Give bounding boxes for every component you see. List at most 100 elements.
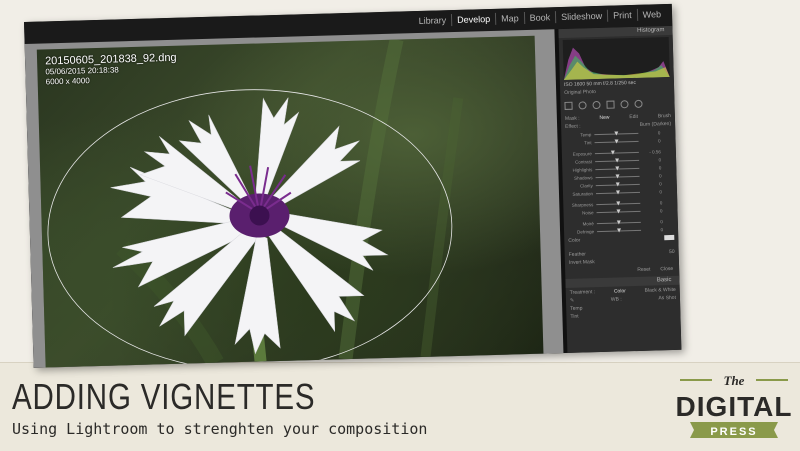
slider-label: Exposure [572,151,592,157]
slider-knob[interactable] [615,174,620,179]
slider-track[interactable] [594,150,639,155]
photo-flower[interactable]: 20150605_201838_92.dng 05/06/2015 20:18:… [36,35,544,368]
develop-right-panel: Histogram ISO 1600 50 mm f/2.8 1/250 sec… [558,25,682,353]
red-eye-icon[interactable] [592,100,601,110]
graduated-filter-icon[interactable] [606,100,615,109]
module-book[interactable]: Book [523,11,556,25]
basic-header[interactable]: Basic [565,275,680,288]
slider-label: Defringe [576,229,595,235]
feather-value[interactable]: 50 [669,249,675,255]
effect-label: Effect : [565,123,581,130]
slider-label: Sharpness [571,202,594,208]
module-map[interactable]: Map [495,12,524,25]
mask-label: Mask : [564,115,580,122]
module-slideshow[interactable]: Slideshow [555,9,608,24]
slider-knob[interactable] [610,150,615,155]
slider-track[interactable] [595,182,640,187]
wb-label: WB : [610,296,622,303]
slider-knob[interactable] [616,228,622,233]
tint-row: Tint [570,311,676,320]
slider-label: Moiré [582,221,594,227]
invert-mask-checkbox[interactable]: Invert Mask [569,259,595,266]
feather-label: Feather [568,251,587,258]
mask-new-button[interactable]: New [599,115,609,121]
slider-row: Saturation 0 [567,188,673,198]
color-label: Color [568,237,581,244]
module-web[interactable]: Web [636,8,667,21]
slider-value[interactable]: 0 [639,173,662,179]
slider-value[interactable]: 0 [640,208,663,214]
treatment-label: Treatment : [569,289,596,296]
slider-knob[interactable] [616,201,621,206]
slider-value[interactable]: 0 [639,165,662,171]
close-button[interactable]: Close [660,266,673,272]
spot-removal-icon[interactable] [578,101,587,110]
slider-knob[interactable] [615,158,620,163]
module-library[interactable]: Library [413,14,451,27]
slider-label: Contrast [575,159,593,165]
slider-label: Clarity [579,183,593,189]
slider-track[interactable] [595,158,640,163]
histogram-graph [563,47,670,80]
tint-label: Tint [570,313,579,320]
slider-knob[interactable] [615,166,620,171]
slider-track[interactable] [594,139,639,144]
color-swatch[interactable] [664,234,675,241]
page-title: ADDING VIGNETTES [12,376,316,417]
slider-track[interactable] [596,201,641,206]
panel-footer: Reset Close [571,266,673,275]
slider-track[interactable] [594,131,639,136]
module-develop[interactable]: Develop [450,12,496,27]
slider-value[interactable]: 0 [640,181,662,187]
slider-value[interactable]: 0 [640,200,663,206]
slider-value[interactable]: 0 [639,157,662,163]
slider-knob[interactable] [615,182,620,187]
logo-the: The [724,373,745,388]
slider-label: Saturation [572,191,594,197]
module-print[interactable]: Print [607,8,637,22]
logo-digital: DIGITAL [676,391,792,422]
temp-label: Temp [570,305,583,312]
slider-value[interactable]: - 0.56 [639,149,661,155]
radial-filter-icon[interactable] [620,100,629,109]
slider-knob[interactable] [614,139,619,144]
slider-value[interactable]: 0 [639,138,661,144]
crop-tool-icon[interactable] [564,101,573,110]
digital-press-logo: The DIGITAL PRESS [676,373,792,438]
slider-track[interactable] [595,166,640,171]
photo-info-overlay: 20150605_201838_92.dng 05/06/2015 20:18:… [45,52,177,88]
slider-label: Shadows [573,175,593,181]
slider-track[interactable] [596,190,641,195]
mask-brush-button[interactable]: Brush [658,113,671,119]
treatment-color-button[interactable]: Color [614,288,626,294]
slider-knob[interactable] [616,209,621,214]
lightroom-screenshot: Library Develop Map Book Slideshow Print… [24,3,682,368]
wb-dropdown[interactable]: As Shot [658,295,676,301]
eyedropper-icon[interactable]: ✎ [570,298,574,304]
mask-edit-button[interactable]: Edit [629,114,638,120]
slider-value[interactable]: 0 [638,130,661,136]
slider-value[interactable]: 0 [641,227,663,233]
slider-value[interactable]: 0 [641,219,663,225]
slider-track[interactable] [595,174,640,179]
slider-knob[interactable] [615,190,621,195]
histogram [562,37,670,80]
adjustment-brush-icon[interactable] [634,99,643,108]
slider-track[interactable] [596,209,641,214]
slider-value[interactable]: 0 [640,189,662,195]
slider-label: Temp [580,132,592,138]
treatment-bw-button[interactable]: Black & White [645,287,676,294]
slider-label: Noise [581,210,594,216]
image-canvas[interactable]: 20150605_201838_92.dng 05/06/2015 20:18:… [24,29,564,368]
effect-dropdown[interactable]: Burn (Darken) [640,121,672,128]
adjustment-sliders: Temp 0 Tint 0 Exposure - 0.56 Contrast 0 Highlig… [561,129,678,236]
page-subtitle: Using Lightroom to strenghten your compo… [12,420,428,438]
slider-knob[interactable] [614,131,619,136]
tool-strip [564,97,670,112]
histogram-header[interactable]: Histogram [558,25,673,39]
slider-track[interactable] [596,220,641,225]
logo-press: PRESS [710,426,757,438]
slider-knob[interactable] [616,220,621,225]
reset-button[interactable]: Reset [637,267,650,273]
slider-track[interactable] [597,228,642,233]
